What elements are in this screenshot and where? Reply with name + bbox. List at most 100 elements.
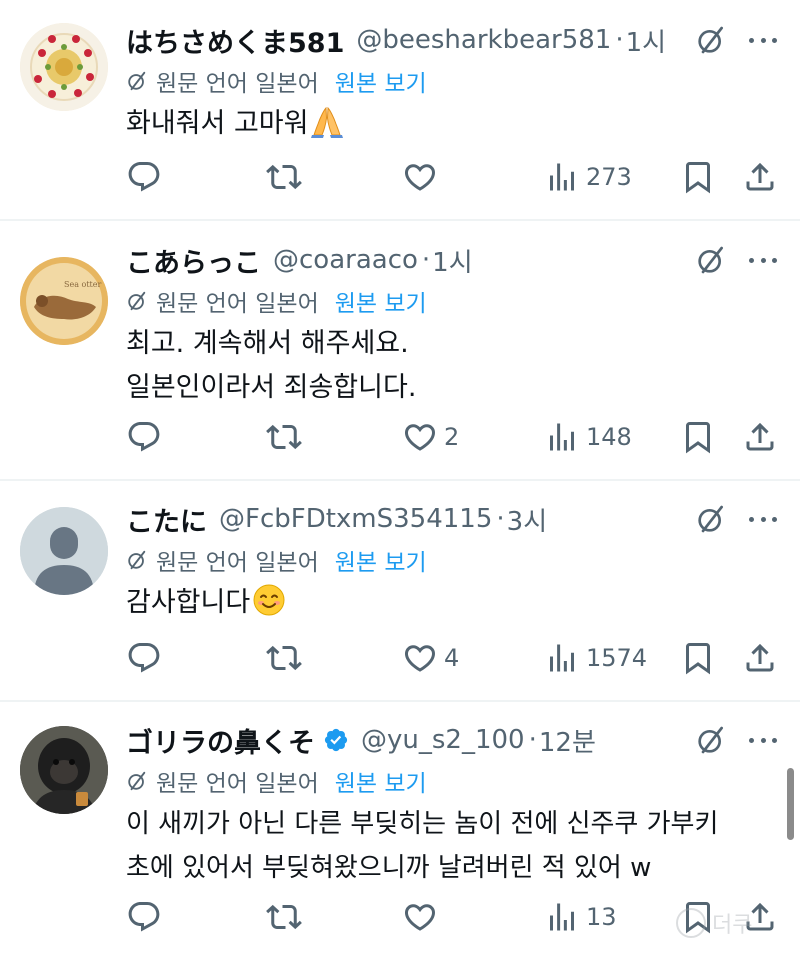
- share-button[interactable]: [742, 157, 778, 197]
- grok-icon[interactable]: [695, 503, 727, 535]
- scrollbar[interactable]: [787, 768, 794, 840]
- bookmark-icon: [680, 419, 716, 455]
- user-handle[interactable]: @coaraaco: [273, 245, 418, 275]
- retweet-button[interactable]: [266, 157, 302, 197]
- more-options-icon[interactable]: [745, 244, 781, 276]
- avatar[interactable]: Sea otter: [20, 257, 108, 345]
- bookmark-button[interactable]: [680, 157, 716, 197]
- view-original-link[interactable]: 원본 보기: [335, 764, 427, 798]
- retweet-button[interactable]: [266, 897, 302, 937]
- smiling-face-icon: [253, 584, 285, 616]
- tweet-text-line: 감사합니다: [126, 587, 251, 618]
- tweet-text: 감사합니다: [126, 581, 286, 625]
- translation-bar: 원문 언어 일본어 원본 보기: [126, 284, 427, 318]
- like-count: 2: [444, 423, 460, 451]
- display-name[interactable]: こあらっこ: [126, 241, 261, 280]
- view-original-link[interactable]: 원본 보기: [335, 64, 427, 98]
- reply-button[interactable]: [126, 638, 162, 678]
- retweet-button[interactable]: [266, 417, 302, 457]
- display-name[interactable]: はちさめくま581: [126, 21, 344, 60]
- tweet-actions: 273: [0, 157, 800, 197]
- tweet-text-line: 초에 있어서 부딪혀왔으니까 날려버린 적 있어 w: [126, 853, 652, 883]
- grok-icon[interactable]: [695, 244, 727, 276]
- like-button[interactable]: 4: [402, 638, 459, 678]
- tweet-text-line: 이 새끼가 아닌 다른 부딪히는 놈이 전에 신주쿠 가부키: [126, 809, 719, 839]
- timestamp[interactable]: 1시: [432, 242, 472, 279]
- views-icon: [544, 159, 580, 195]
- grok-icon[interactable]: [695, 24, 727, 56]
- retweet-icon: [266, 159, 302, 195]
- heart-icon: [402, 159, 438, 195]
- tweet-text: 화내줘서 고마워: [126, 102, 344, 146]
- more-options-icon[interactable]: [745, 24, 781, 56]
- bookmark-button[interactable]: [680, 417, 716, 457]
- tweet-header: こたに @FcbFDtxmS354115 · 3시: [126, 499, 547, 539]
- heart-icon: [402, 899, 438, 935]
- display-name[interactable]: こたに: [126, 500, 207, 539]
- reply-icon: [126, 899, 162, 935]
- display-name[interactable]: ゴリラの鼻くそ: [126, 721, 315, 760]
- share-button[interactable]: [742, 638, 778, 678]
- retweet-icon: [266, 640, 302, 676]
- share-icon: [742, 159, 778, 195]
- like-button[interactable]: [402, 897, 444, 937]
- tweet-actions: 4 1574: [0, 638, 800, 678]
- tweet[interactable]: Sea otter こあらっこ @coaraaco · 1시 원문 언어 일본어…: [0, 240, 800, 480]
- timestamp[interactable]: 3시: [507, 501, 547, 538]
- translation-label: 원문 언어 일본어: [156, 291, 319, 317]
- view-original-link[interactable]: 원본 보기: [335, 284, 427, 318]
- time-separator: ·: [421, 245, 431, 275]
- timestamp[interactable]: 12분: [539, 722, 596, 759]
- more-options-icon[interactable]: [745, 724, 781, 756]
- tweet[interactable]: はちさめくま581 @beesharkbear581 · 1시 원문 언어 일본…: [0, 20, 800, 220]
- retweet-button[interactable]: [266, 638, 302, 678]
- reply-button[interactable]: [126, 417, 162, 457]
- views-icon: [544, 899, 580, 935]
- views-button[interactable]: 273: [544, 157, 632, 197]
- like-button[interactable]: 2: [402, 417, 459, 457]
- like-count: 4: [444, 644, 460, 672]
- like-button[interactable]: [402, 157, 444, 197]
- avatar[interactable]: [20, 507, 108, 595]
- user-handle[interactable]: @FcbFDtxmS354115: [219, 504, 492, 534]
- tweet-text: 최고. 계속해서 해주세요. 일본인이라서 죄송합니다.: [126, 322, 416, 410]
- default-avatar-image: [20, 507, 108, 595]
- folded-hands-icon: [311, 106, 344, 138]
- share-button[interactable]: [742, 417, 778, 457]
- tweet-text-line: 최고. 계속해서 해주세요.: [126, 328, 409, 359]
- views-icon: [544, 640, 580, 676]
- user-handle[interactable]: @yu_s2_100: [361, 725, 525, 755]
- tweet[interactable]: こたに @FcbFDtxmS354115 · 3시 원문 언어 일본어 원본 보…: [0, 499, 800, 699]
- tweet-text: 이 새끼가 아닌 다른 부딪히는 놈이 전에 신주쿠 가부키 초에 있어서 부딪…: [126, 802, 718, 890]
- translation-label: 원문 언어 일본어: [156, 771, 319, 797]
- views-button[interactable]: 13: [544, 897, 617, 937]
- views-button[interactable]: 1574: [544, 638, 647, 678]
- translation-bar: 원문 언어 일본어 원본 보기: [126, 64, 427, 98]
- svg-text:Sea otter: Sea otter: [64, 280, 102, 289]
- share-icon: [742, 419, 778, 455]
- time-separator: ·: [528, 725, 537, 755]
- bookmark-button[interactable]: [680, 638, 716, 678]
- reply-button[interactable]: [126, 157, 162, 197]
- translation-bar: 원문 언어 일본어 원본 보기: [126, 543, 427, 577]
- divider: [0, 219, 800, 221]
- tweet-header: こあらっこ @coaraaco · 1시: [126, 240, 473, 280]
- grok-icon[interactable]: [695, 724, 727, 756]
- watermark-logo-icon: [676, 908, 706, 938]
- avatar[interactable]: [20, 726, 108, 814]
- view-count: 148: [586, 423, 632, 451]
- translate-icon: [126, 290, 148, 312]
- bookmark-icon: [680, 640, 716, 676]
- more-options-icon[interactable]: [745, 503, 781, 535]
- cookie-avatar-image: Sea otter: [20, 257, 108, 345]
- time-separator: ·: [615, 25, 624, 55]
- timestamp[interactable]: 1시: [626, 22, 666, 59]
- reply-icon: [126, 640, 162, 676]
- avatar[interactable]: [20, 23, 108, 111]
- views-button[interactable]: 148: [544, 417, 632, 457]
- user-handle[interactable]: @beesharkbear581: [356, 25, 611, 55]
- translation-label: 원문 언어 일본어: [156, 71, 319, 97]
- view-original-link[interactable]: 원본 보기: [335, 543, 427, 577]
- reply-button[interactable]: [126, 897, 162, 937]
- translate-icon: [126, 70, 148, 92]
